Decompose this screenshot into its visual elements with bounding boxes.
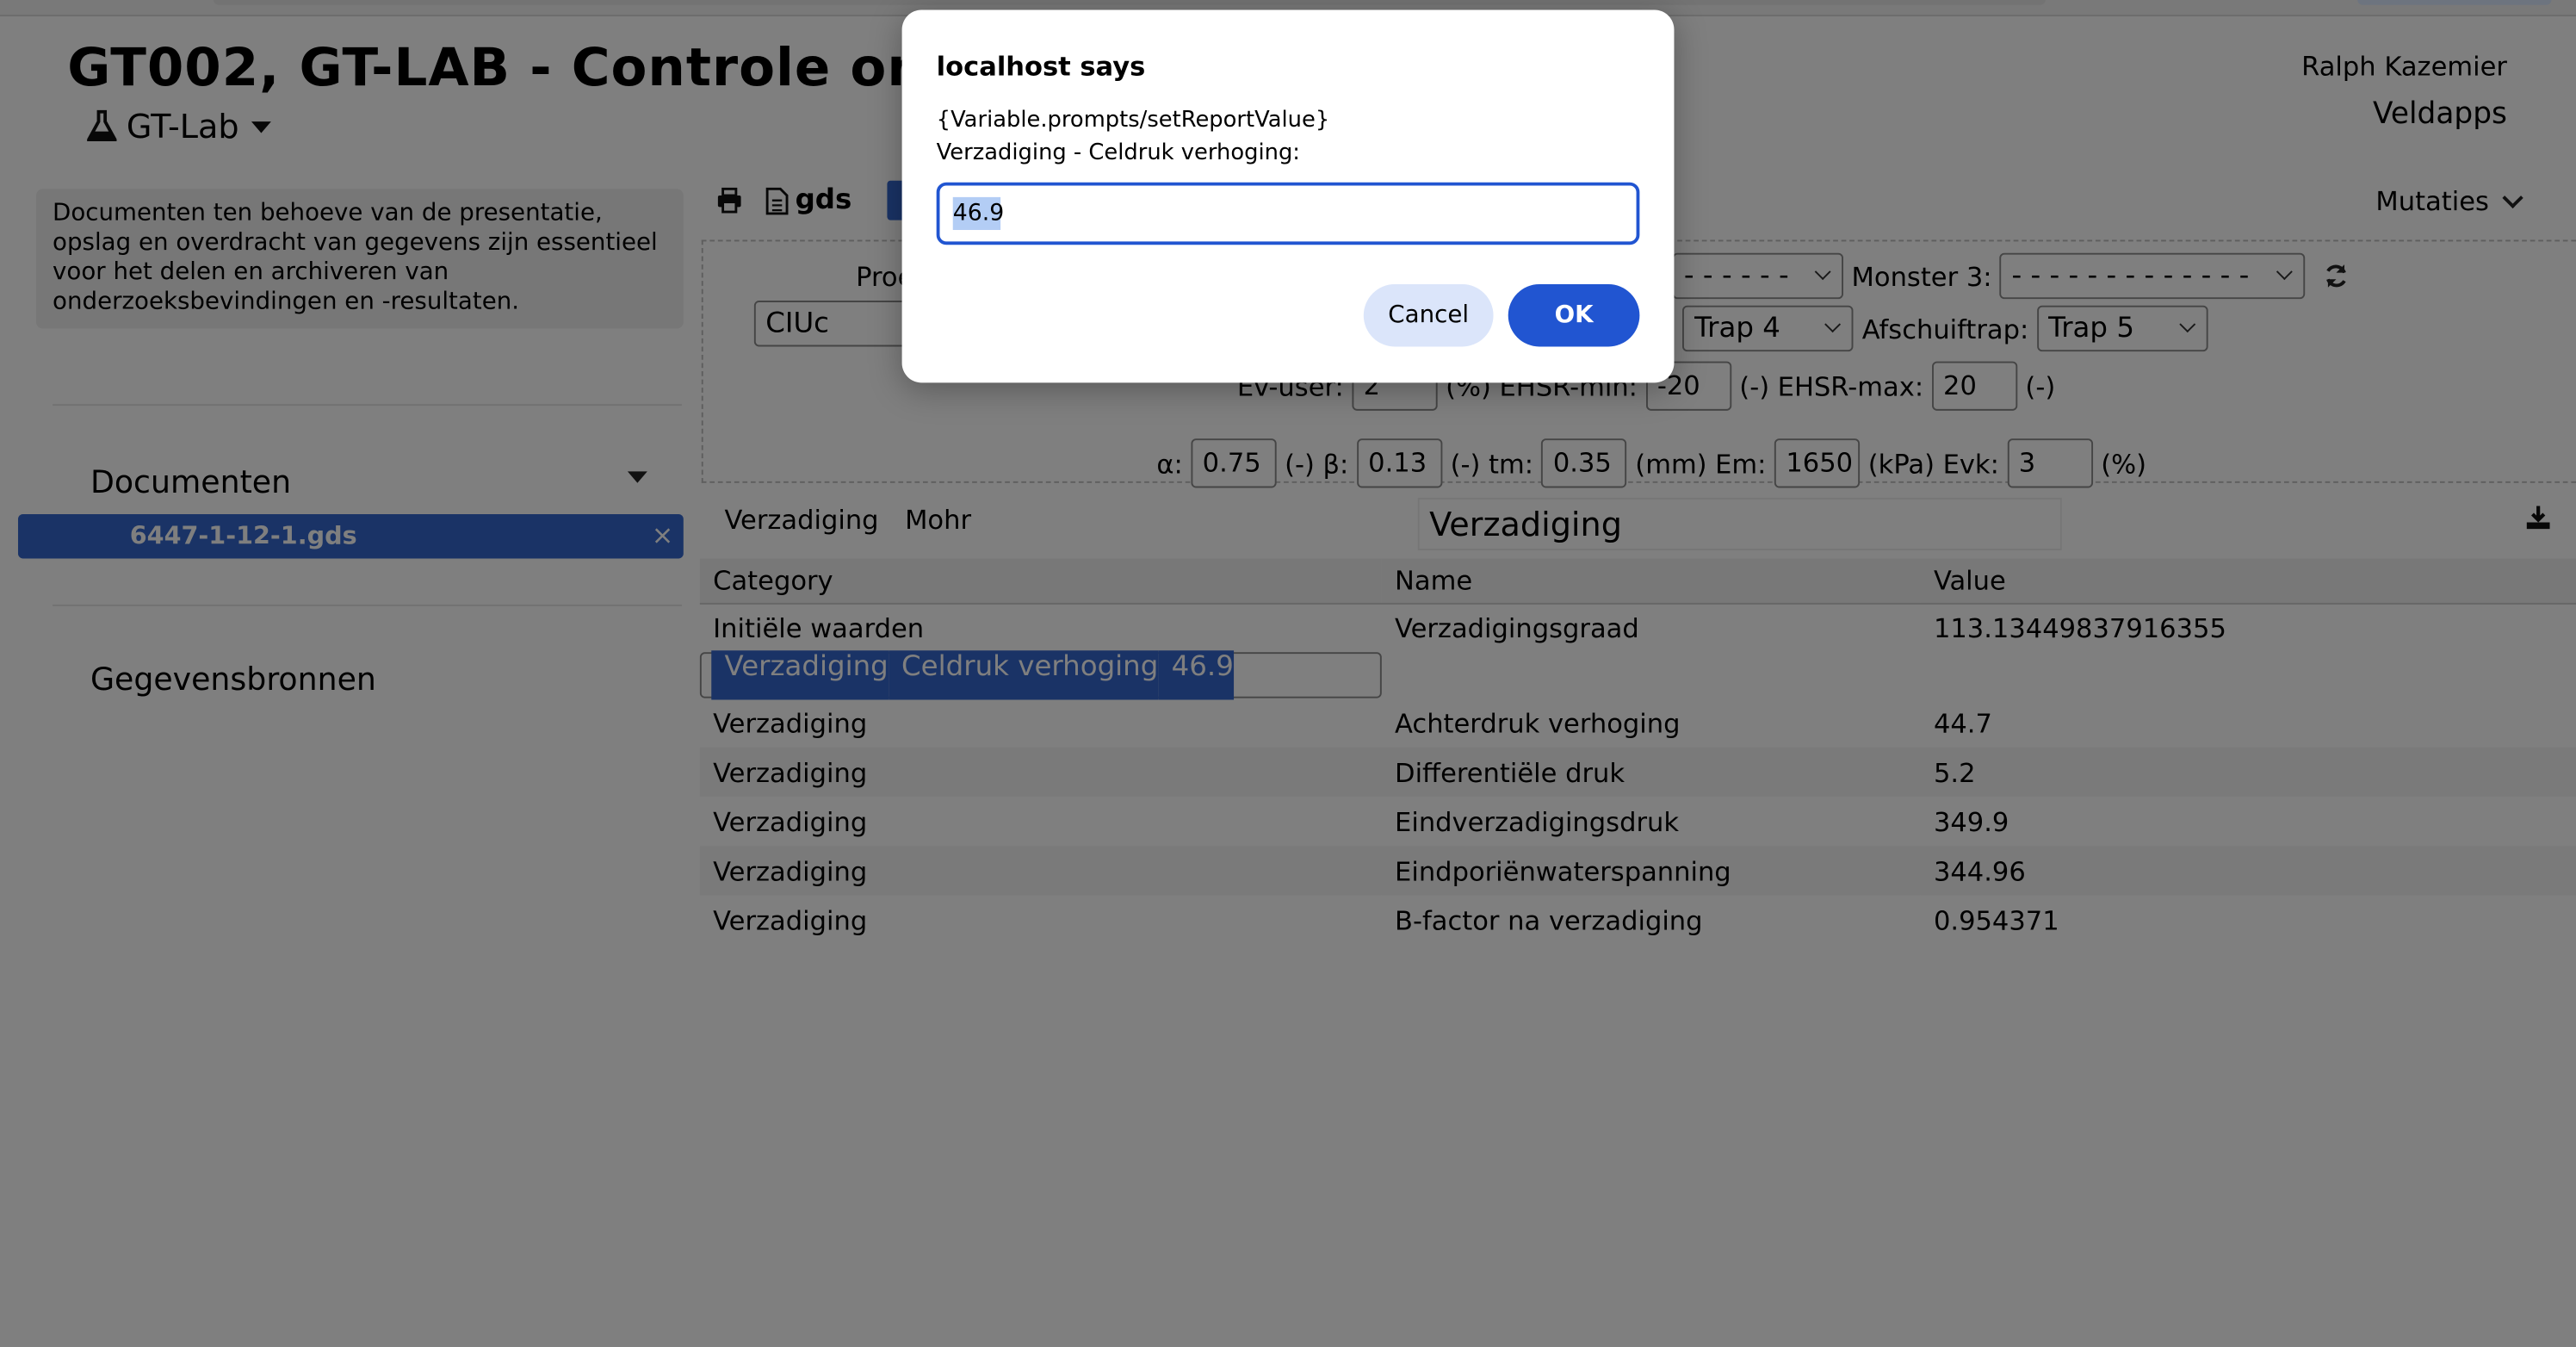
prompt-dialog: localhost says {Variable.prompts/setRepo… bbox=[901, 9, 1675, 383]
prompt-input[interactable] bbox=[936, 182, 1640, 245]
dialog-message-line-2: Verzadiging - Celdruk verhoging: bbox=[936, 140, 1300, 166]
cancel-button[interactable]: Cancel bbox=[1363, 283, 1494, 347]
dialog-message-line-1: {Variable.prompts/setReportValue} bbox=[936, 106, 1330, 133]
dialog-title: localhost says bbox=[936, 51, 1146, 83]
dialog-message: {Variable.prompts/setReportValue} Verzad… bbox=[937, 103, 1330, 169]
ok-button[interactable]: OK bbox=[1508, 283, 1640, 347]
